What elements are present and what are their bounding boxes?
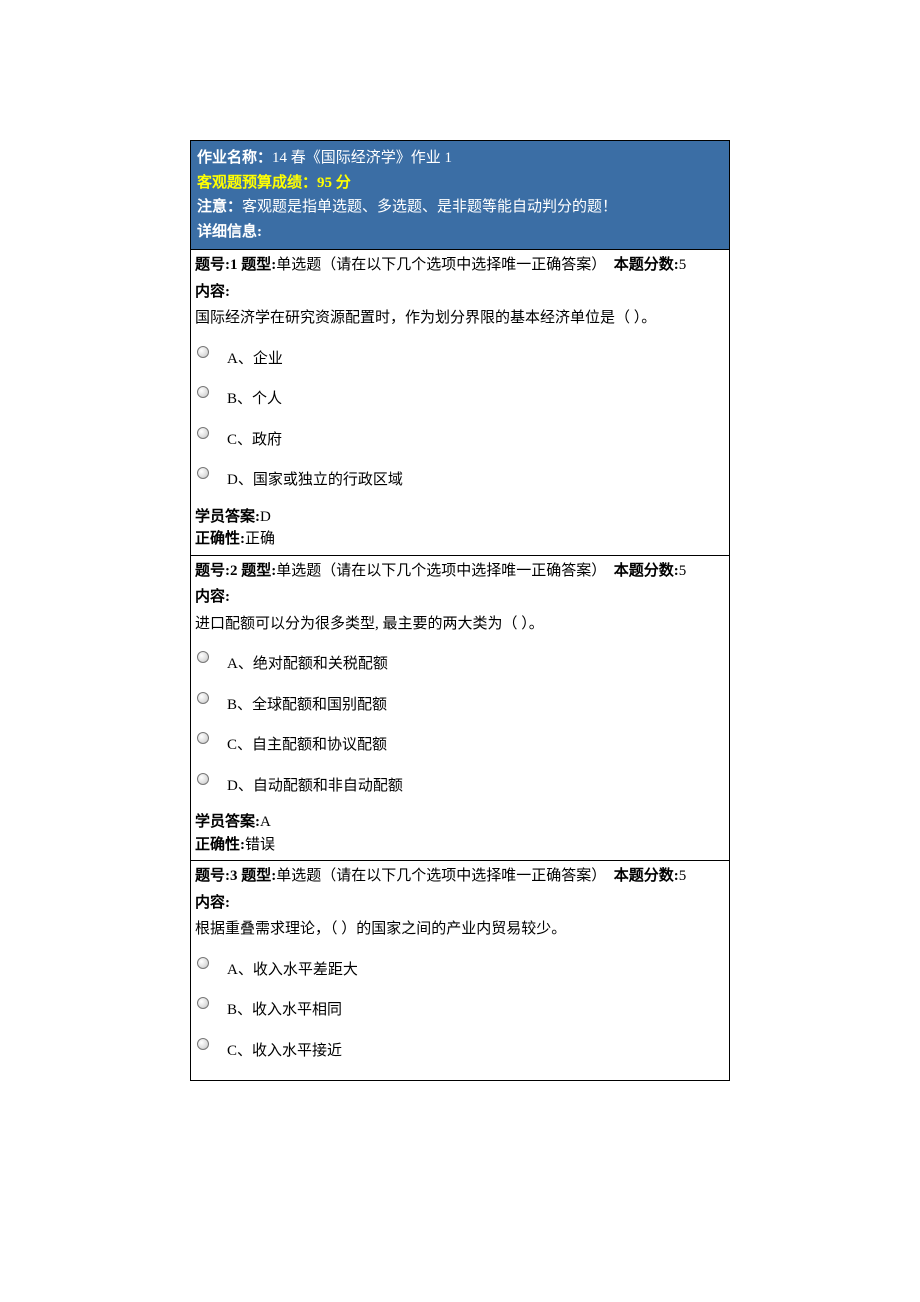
q-type-label: 题型: xyxy=(241,257,276,273)
q-score-label: 本题分数: xyxy=(614,868,679,884)
q-num: 3 xyxy=(230,868,238,884)
question-text: 国际经济学在研究资源配置时，作为划分界限的基本经济单位是（ ）。 xyxy=(195,307,725,330)
option-text: C、收入水平接近 xyxy=(227,1036,342,1063)
correctness-line: 正确性:正确 xyxy=(195,528,725,551)
correctness-label: 正确性: xyxy=(195,531,245,547)
option-row[interactable]: B、收入水平相同 xyxy=(195,995,725,1022)
radio-icon[interactable] xyxy=(197,346,209,358)
detail-label: 详细信息: xyxy=(197,224,262,240)
correctness: 正确 xyxy=(245,531,275,547)
q-num-label: 题号: xyxy=(195,257,230,273)
question-header: 题号:2 题型:单选题（请在以下几个选项中选择唯一正确答案） 本题分数:5 xyxy=(195,560,725,583)
q-type-label: 题型: xyxy=(241,868,276,884)
student-answer-line: 学员答案:D xyxy=(195,506,725,529)
assignment-container: 作业名称：14 春《国际经济学》作业 1 客观题预算成绩：95 分 注意：客观题… xyxy=(190,140,730,1081)
option-text: B、个人 xyxy=(227,384,282,411)
option-row[interactable]: A、收入水平差距大 xyxy=(195,955,725,982)
option-row[interactable]: B、全球配额和国别配额 xyxy=(195,690,725,717)
q-type-label: 题型: xyxy=(241,563,276,579)
q-num: 1 xyxy=(230,257,238,273)
student-answer-line: 学员答案:A xyxy=(195,811,725,834)
option-row[interactable]: A、企业 xyxy=(195,344,725,371)
title-line: 作业名称：14 春《国际经济学》作业 1 xyxy=(197,147,723,170)
option-text: D、国家或独立的行政区域 xyxy=(227,465,403,492)
content-label: 内容: xyxy=(195,892,725,915)
q-type: 单选题（请在以下几个选项中选择唯一正确答案） xyxy=(276,868,606,884)
option-row[interactable]: D、自动配额和非自动配额 xyxy=(195,771,725,798)
radio-icon[interactable] xyxy=(197,386,209,398)
header-block: 作业名称：14 春《国际经济学》作业 1 客观题预算成绩：95 分 注意：客观题… xyxy=(191,141,729,249)
option-text: A、收入水平差距大 xyxy=(227,955,358,982)
radio-icon[interactable] xyxy=(197,732,209,744)
note-value: 客观题是指单选题、多选题、是非题等能自动判分的题！ xyxy=(242,199,617,215)
correctness-line: 正确性:错误 xyxy=(195,834,725,857)
q-num-label: 题号: xyxy=(195,868,230,884)
content-label: 内容: xyxy=(195,586,725,609)
question-text: 进口配额可以分为很多类型, 最主要的两大类为（ ）。 xyxy=(195,613,725,636)
q-score: 5 xyxy=(679,257,687,273)
radio-icon[interactable] xyxy=(197,427,209,439)
option-text: A、绝对配额和关税配额 xyxy=(227,649,388,676)
note-label: 注意： xyxy=(197,199,242,215)
option-row[interactable]: C、政府 xyxy=(195,425,725,452)
radio-icon[interactable] xyxy=(197,651,209,663)
option-row[interactable]: D、国家或独立的行政区域 xyxy=(195,465,725,492)
question-block: 题号:2 题型:单选题（请在以下几个选项中选择唯一正确答案） 本题分数:5 内容… xyxy=(191,555,729,861)
q-score-label: 本题分数: xyxy=(614,257,679,273)
student-answer: D xyxy=(260,509,271,525)
radio-icon[interactable] xyxy=(197,773,209,785)
q-score-label: 本题分数: xyxy=(614,563,679,579)
score-value: 95 分 xyxy=(317,175,351,191)
detail-line: 详细信息: xyxy=(197,221,723,244)
option-text: B、全球配额和国别配额 xyxy=(227,690,387,717)
question-header: 题号:1 题型:单选题（请在以下几个选项中选择唯一正确答案） 本题分数:5 xyxy=(195,254,725,277)
student-answer-label: 学员答案: xyxy=(195,814,260,830)
radio-icon[interactable] xyxy=(197,997,209,1009)
question-text: 根据重叠需求理论，（ ）的国家之间的产业内贸易较少。 xyxy=(195,918,725,941)
q-num-label: 题号: xyxy=(195,563,230,579)
correctness-label: 正确性: xyxy=(195,837,245,853)
note-line: 注意：客观题是指单选题、多选题、是非题等能自动判分的题！ xyxy=(197,196,723,219)
option-text: C、政府 xyxy=(227,425,282,452)
q-score: 5 xyxy=(679,868,687,884)
question-block: 题号:1 题型:单选题（请在以下几个选项中选择唯一正确答案） 本题分数:5 内容… xyxy=(191,249,729,555)
title-label: 作业名称： xyxy=(197,150,272,166)
option-row[interactable]: C、收入水平接近 xyxy=(195,1036,725,1063)
student-answer-label: 学员答案: xyxy=(195,509,260,525)
radio-icon[interactable] xyxy=(197,692,209,704)
q-type: 单选题（请在以下几个选项中选择唯一正确答案） xyxy=(276,257,606,273)
option-text: A、企业 xyxy=(227,344,283,371)
score-line: 客观题预算成绩：95 分 xyxy=(197,172,723,195)
radio-icon[interactable] xyxy=(197,1038,209,1050)
option-row[interactable]: A、绝对配额和关税配额 xyxy=(195,649,725,676)
option-text: D、自动配额和非自动配额 xyxy=(227,771,403,798)
option-text: C、自主配额和协议配额 xyxy=(227,730,387,757)
score-label: 客观题预算成绩： xyxy=(197,175,317,191)
answer-block: 学员答案:A 正确性:错误 xyxy=(195,811,725,856)
q-num: 2 xyxy=(230,563,238,579)
correctness: 错误 xyxy=(245,837,275,853)
q-type: 单选题（请在以下几个选项中选择唯一正确答案） xyxy=(276,563,606,579)
title-value: 14 春《国际经济学》作业 1 xyxy=(272,150,452,166)
q-score: 5 xyxy=(679,563,687,579)
option-text: B、收入水平相同 xyxy=(227,995,342,1022)
student-answer: A xyxy=(260,814,271,830)
question-header: 题号:3 题型:单选题（请在以下几个选项中选择唯一正确答案） 本题分数:5 xyxy=(195,865,725,888)
option-row[interactable]: B、个人 xyxy=(195,384,725,411)
question-block: 题号:3 题型:单选题（请在以下几个选项中选择唯一正确答案） 本题分数:5 内容… xyxy=(191,860,729,1080)
option-row[interactable]: C、自主配额和协议配额 xyxy=(195,730,725,757)
radio-icon[interactable] xyxy=(197,957,209,969)
answer-block: 学员答案:D 正确性:正确 xyxy=(195,506,725,551)
radio-icon[interactable] xyxy=(197,467,209,479)
content-label: 内容: xyxy=(195,281,725,304)
